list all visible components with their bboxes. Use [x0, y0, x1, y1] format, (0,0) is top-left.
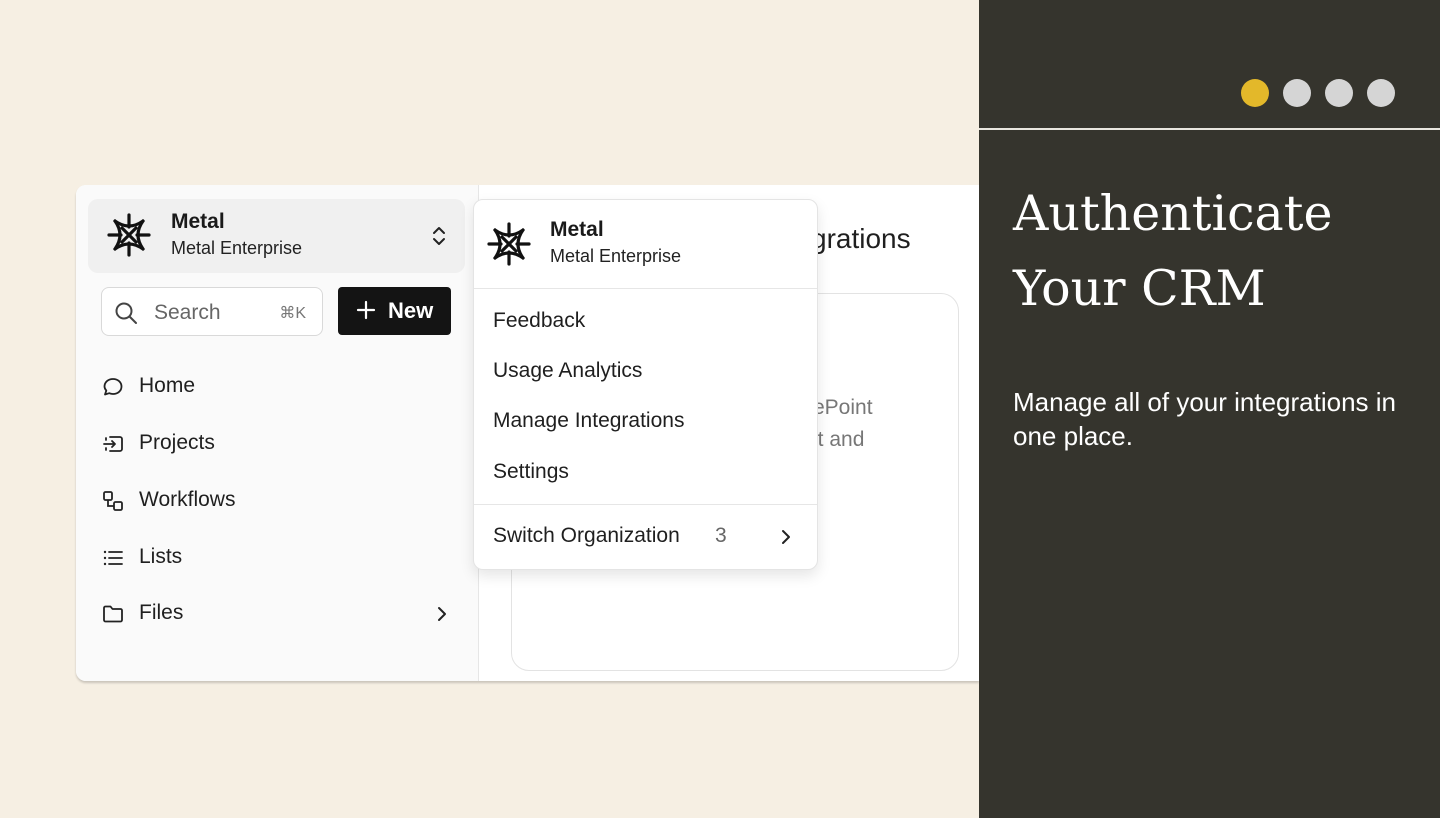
sidebar-item-lists[interactable]: Lists: [98, 538, 458, 578]
metal-logo-icon: [107, 213, 151, 257]
headline-line: Your CRM: [1013, 260, 1266, 317]
plus-icon: [356, 300, 376, 320]
folder-icon: [103, 605, 123, 623]
info-panel: Authenticate Your CRM Manage all of your…: [979, 0, 1440, 818]
panel-description: Manage all of your integrations in one p…: [1013, 387, 1397, 451]
search-shortcut: ⌘K: [279, 305, 306, 322]
org-name: Metal: [171, 210, 225, 233]
dropdown-org-name: Metal: [550, 218, 604, 241]
sidebar-item-label: Home: [139, 374, 196, 397]
menu-item-settings[interactable]: Settings: [493, 460, 569, 484]
new-button-label: New: [388, 298, 434, 323]
divider: [474, 288, 817, 289]
headline-line: Authenticate: [1013, 185, 1333, 242]
sidebar-item-files[interactable]: Files: [98, 594, 458, 634]
pagination-dot[interactable]: [1241, 79, 1269, 107]
pagination-dot[interactable]: [1367, 79, 1395, 107]
pagination-dot[interactable]: [1283, 79, 1311, 107]
search-icon: [115, 302, 137, 324]
org-switcher[interactable]: Metal Metal Enterprise: [88, 199, 465, 273]
chevron-right-icon[interactable]: [780, 528, 792, 546]
page-title: grations: [811, 223, 911, 254]
workflow-icon: [103, 491, 123, 511]
divider: [979, 128, 1440, 130]
chevron-right-icon[interactable]: [435, 604, 449, 624]
sidebar-item-label: Projects: [139, 431, 215, 454]
inbox-arrow-icon: [103, 436, 123, 452]
sidebar-item-projects[interactable]: Projects: [98, 424, 458, 464]
search-input[interactable]: Search ⌘K: [101, 287, 323, 336]
menu-item-usage-analytics[interactable]: Usage Analytics: [493, 359, 642, 383]
pagination-dot[interactable]: [1325, 79, 1353, 107]
metal-logo-icon: [487, 222, 531, 266]
menu-item-feedback[interactable]: Feedback: [493, 309, 585, 333]
sidebar: Metal Metal Enterprise Search ⌘K New Hom…: [76, 185, 479, 681]
list-icon: [103, 550, 123, 566]
chevron-up-down-icon: [433, 227, 445, 245]
sidebar-item-label: Workflows: [139, 488, 236, 511]
search-placeholder: Search: [154, 301, 221, 324]
new-button[interactable]: New: [338, 287, 451, 335]
sidebar-item-label: Lists: [139, 545, 183, 568]
divider: [474, 504, 817, 505]
menu-item-switch-organization[interactable]: Switch Organization: [493, 524, 680, 548]
sidebar-item-label: Files: [139, 601, 184, 624]
org-subtitle: Metal Enterprise: [171, 238, 303, 258]
panel-headline: Authenticate Your CRM: [1013, 176, 1413, 326]
menu-item-manage-integrations[interactable]: Manage Integrations: [493, 409, 684, 433]
dropdown-org-subtitle: Metal Enterprise: [550, 246, 682, 266]
org-dropdown-menu: Metal Metal Enterprise Feedback Usage An…: [473, 199, 818, 570]
sidebar-item-home[interactable]: Home: [98, 367, 458, 407]
chat-bubble-icon: [103, 378, 123, 396]
organization-count-badge: 3: [715, 524, 727, 547]
sidebar-item-workflows[interactable]: Workflows: [98, 481, 458, 521]
